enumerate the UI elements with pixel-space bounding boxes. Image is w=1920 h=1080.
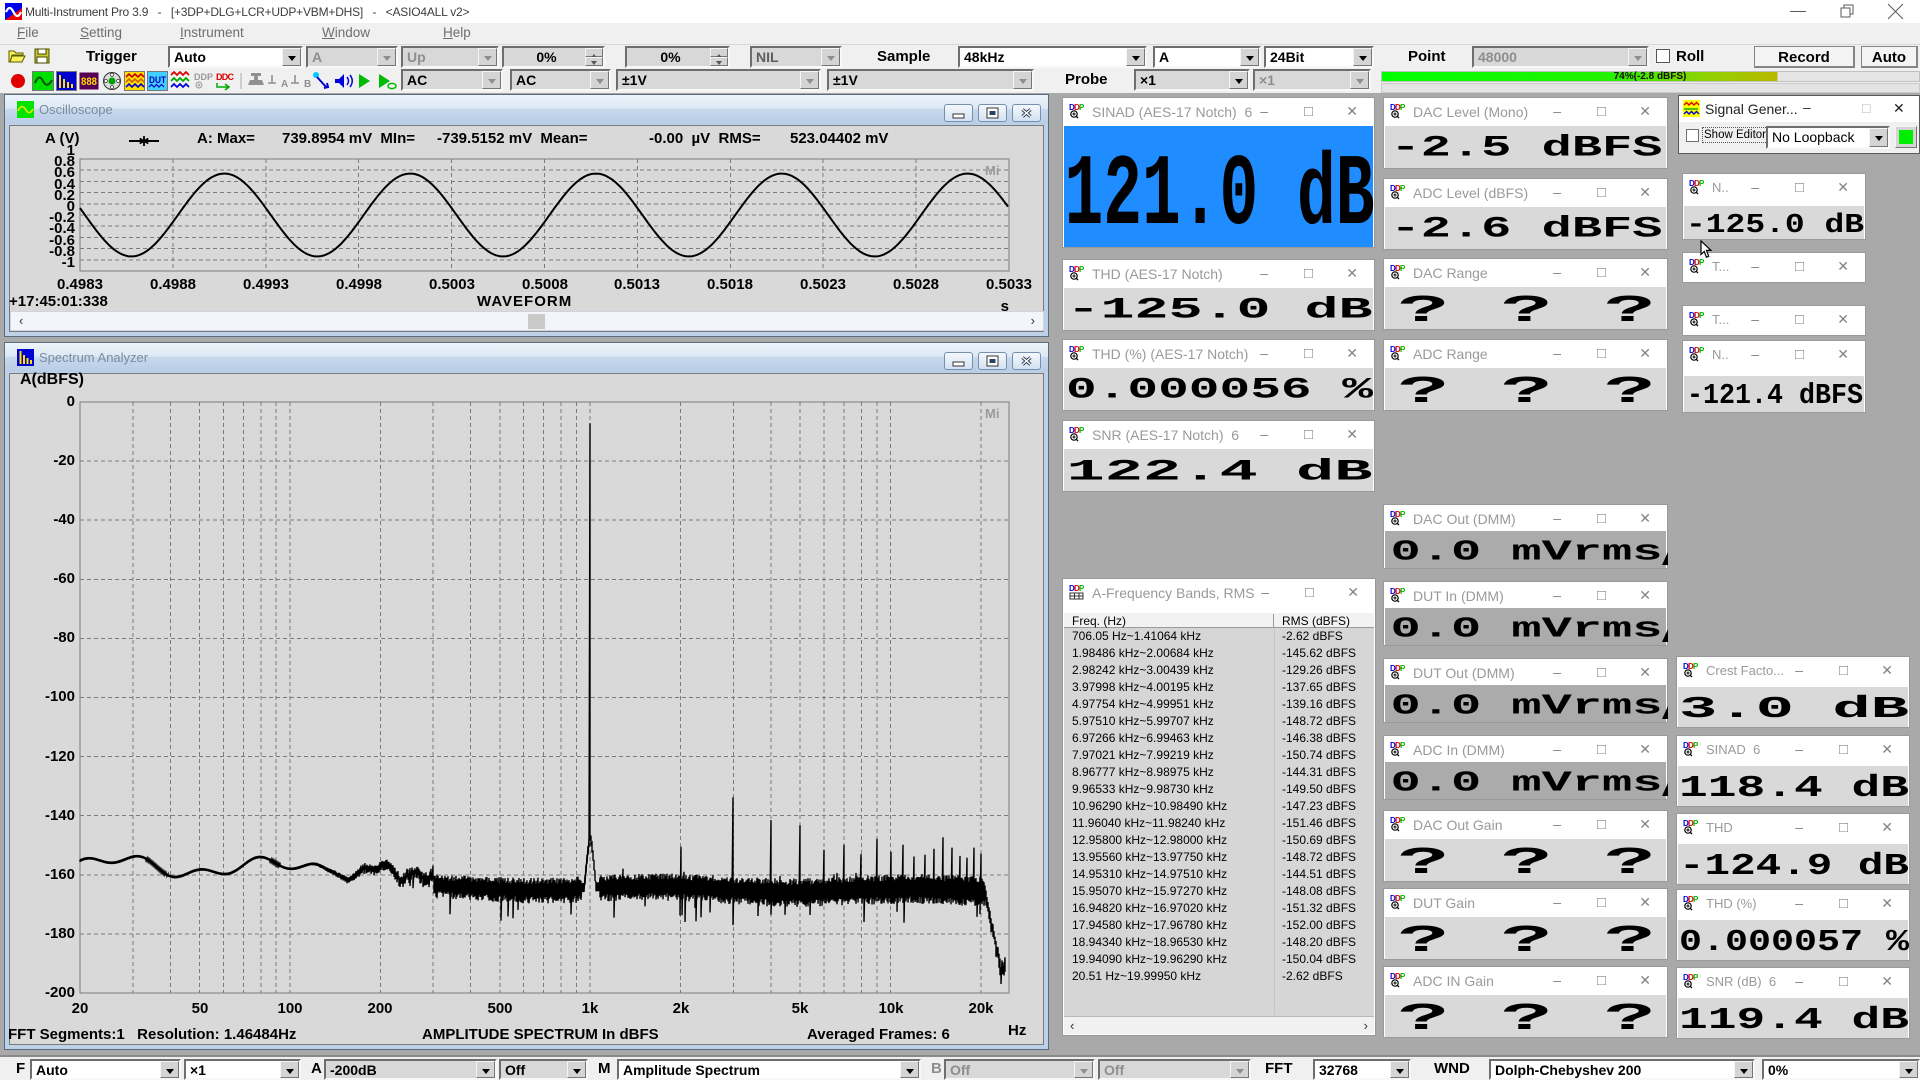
svg-text:P: P	[1400, 103, 1406, 112]
svg-text:0.0 mVrms: 0.0 mVrms	[1391, 690, 1663, 723]
svg-text:P: P	[1699, 311, 1705, 320]
svg-text:? ? ?: ? ? ?	[1398, 290, 1656, 329]
svg-text:? ? ?: ? ? ?	[1398, 371, 1656, 410]
svg-text:P: P	[1699, 346, 1705, 355]
svg-text:0.000056 %: 0.000056 %	[1066, 374, 1375, 408]
svg-text:Mi: Mi	[985, 163, 999, 178]
svg-text:P: P	[1699, 258, 1705, 267]
svg-text:P: P	[1400, 816, 1406, 825]
svg-text:? ? ?: ? ? ?	[1398, 920, 1656, 959]
svg-text:119.4 dB: 119.4 dB	[1679, 1003, 1909, 1038]
svg-text:P: P	[1079, 265, 1085, 274]
svg-text:P: P	[1400, 587, 1406, 596]
svg-text:A: A	[281, 79, 288, 90]
svg-text:122.4 dB: 122.4 dB	[1067, 456, 1373, 490]
svg-text:P: P	[1699, 179, 1705, 188]
svg-text:DDP: DDP	[194, 72, 213, 82]
svg-text:DUT: DUT	[149, 75, 166, 85]
svg-text:Mi: Mi	[985, 406, 999, 421]
svg-text:0.0 mVrms: 0.0 mVrms	[1391, 767, 1663, 800]
svg-text:0.000057 %: 0.000057 %	[1679, 925, 1909, 960]
svg-text:-125.0 dB: -125.0 dB	[1067, 294, 1373, 328]
svg-text:B: B	[304, 79, 311, 90]
svg-text:888: 888	[81, 76, 97, 88]
svg-text:0.0 mVrms: 0.0 mVrms	[1391, 613, 1663, 646]
svg-text:P: P	[1079, 103, 1085, 112]
svg-text:P: P	[1693, 741, 1699, 750]
svg-text:-2.5 dBFS: -2.5 dBFS	[1391, 132, 1663, 166]
svg-text:P: P	[1400, 741, 1406, 750]
svg-text:P: P	[1400, 184, 1406, 193]
svg-text:-124.9 dB: -124.9 dB	[1679, 849, 1909, 884]
svg-text:P: P	[1400, 510, 1406, 519]
svg-text:P: P	[1400, 972, 1406, 981]
svg-text:P: P	[1693, 895, 1699, 904]
svg-text:P: P	[1400, 264, 1406, 273]
svg-text:0.0 mVrms: 0.0 mVrms	[1391, 536, 1663, 569]
svg-text:121.0 dB: 121.0 dB	[1065, 140, 1375, 247]
svg-text:-2.6 dBFS: -2.6 dBFS	[1391, 213, 1663, 247]
svg-text:? ? ?: ? ? ?	[1398, 998, 1656, 1037]
svg-text:? ? ?: ? ? ?	[1398, 842, 1656, 881]
svg-text:P: P	[1079, 345, 1085, 354]
svg-text:P: P	[1693, 662, 1699, 671]
svg-text:118.4 dB: 118.4 dB	[1679, 771, 1909, 806]
svg-text:3.0 dB: 3.0 dB	[1679, 692, 1909, 727]
svg-text:P: P	[1400, 664, 1406, 673]
svg-text:P: P	[1400, 894, 1406, 903]
svg-text:P: P	[1400, 345, 1406, 354]
svg-text:-121.4 dBFS: -121.4 dBFS	[1687, 379, 1863, 412]
svg-text:-125.0 dB: -125.0 dB	[1686, 211, 1864, 239]
svg-text:DDC: DDC	[216, 72, 235, 82]
svg-text:P: P	[1079, 584, 1085, 593]
svg-text:P: P	[1693, 973, 1699, 982]
svg-text:P: P	[1693, 819, 1699, 828]
svg-text:P: P	[1079, 426, 1085, 435]
